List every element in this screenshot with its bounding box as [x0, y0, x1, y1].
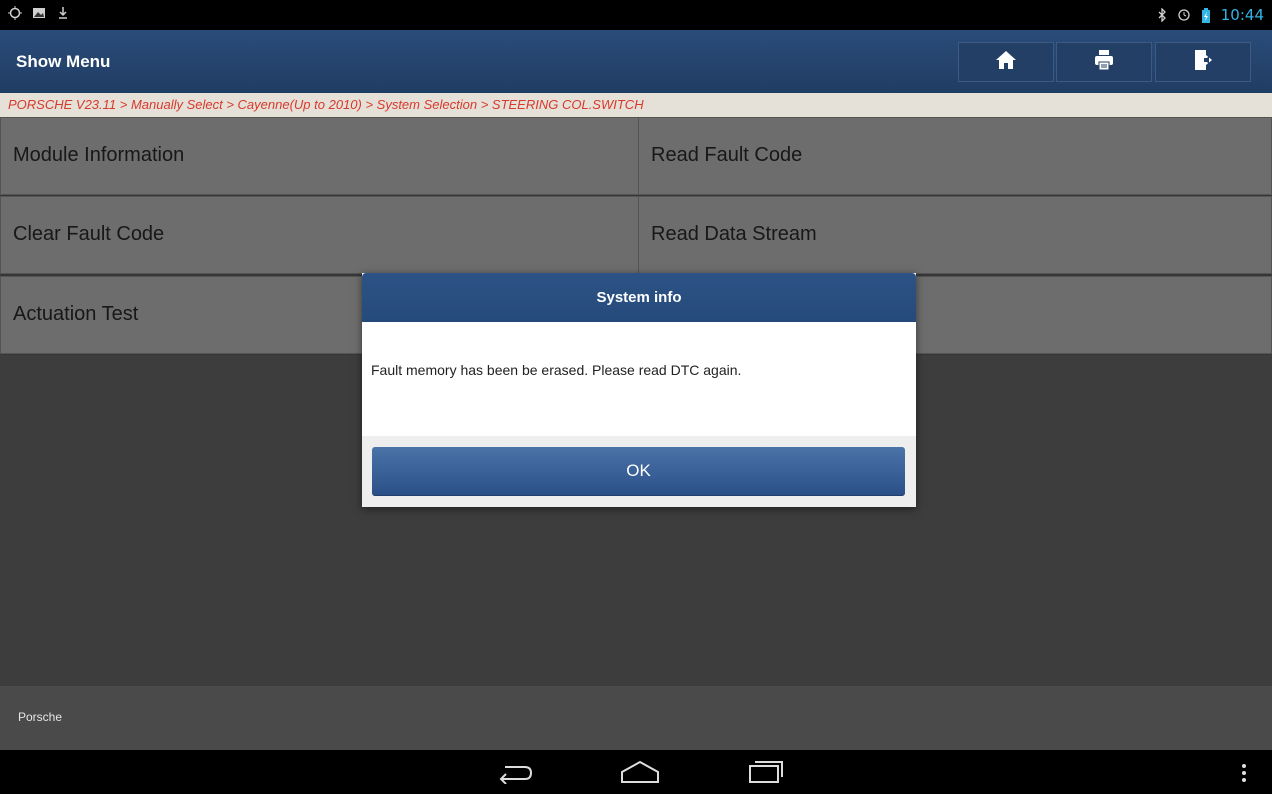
- exit-button[interactable]: [1155, 42, 1251, 82]
- dialog-message: Fault memory has been be erased. Please …: [371, 362, 742, 378]
- print-icon: [1093, 49, 1115, 76]
- recents-icon[interactable]: [748, 760, 784, 789]
- footer-bar: Porsche: [0, 686, 1272, 750]
- image-icon: [32, 6, 46, 20]
- navigation-bar: [0, 750, 1272, 794]
- status-time: 10:44: [1220, 6, 1264, 24]
- home-button[interactable]: [958, 42, 1054, 82]
- home-icon: [995, 50, 1017, 75]
- back-icon[interactable]: [497, 762, 533, 789]
- dialog-footer: OK: [362, 436, 916, 507]
- breadcrumb-text: PORSCHE V23.11 > Manually Select > Cayen…: [8, 97, 644, 112]
- overflow-menu-icon[interactable]: [1240, 762, 1248, 789]
- download-icon: [56, 6, 70, 20]
- ok-button[interactable]: OK: [372, 447, 905, 496]
- dialog-title: System info: [362, 273, 916, 322]
- battery-icon: [1199, 8, 1213, 23]
- alarm-icon: [1177, 8, 1191, 22]
- breadcrumb: PORSCHE V23.11 > Manually Select > Cayen…: [0, 93, 1272, 117]
- footer-label: Porsche: [18, 710, 63, 724]
- gps-icon: [8, 6, 22, 20]
- header-title: Show Menu: [16, 52, 111, 71]
- home-nav-icon[interactable]: [620, 760, 660, 789]
- system-info-dialog: System info Fault memory has been be era…: [362, 273, 916, 507]
- status-bar: 10:44: [0, 0, 1272, 30]
- bluetooth-icon: [1155, 7, 1169, 23]
- app-header: Show Menu: [0, 30, 1272, 93]
- exit-icon: [1192, 49, 1214, 76]
- print-button[interactable]: [1056, 42, 1152, 82]
